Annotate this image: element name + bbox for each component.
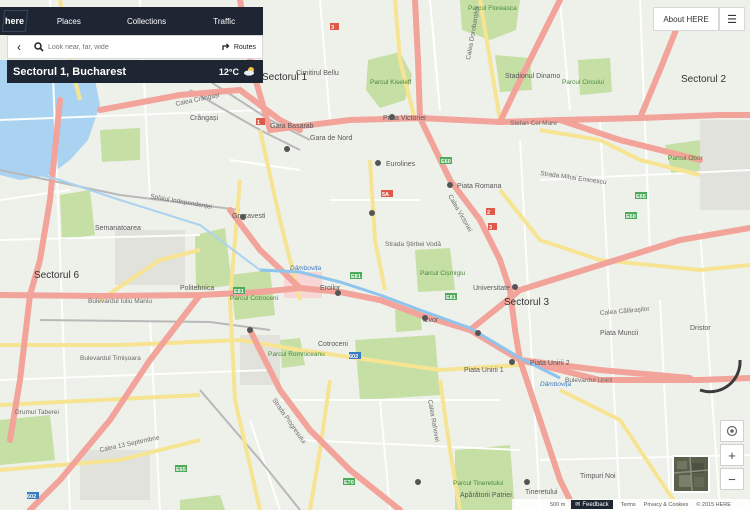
place-label: Piata Romana [457,183,501,190]
street-label: Bulevardul Unirii [565,377,612,384]
scale-label: 500 m [550,501,566,508]
footer-bar: 500 m ✉ Feedback Terms Privacy & Cookies… [512,499,750,510]
place-label: Universitate [473,285,510,292]
place-label: Eroilor [320,285,341,292]
place-label: Parcul Kiseleff [370,79,412,86]
svg-text:E65: E65 [636,194,646,200]
svg-text:E70: E70 [344,480,354,486]
place-label: Politehnica [180,285,214,292]
svg-text:E60: E60 [626,214,636,220]
place-label: Parcul Romniceanu [268,351,325,358]
feedback-label: Feedback [582,501,609,508]
svg-text:E65: E65 [176,467,186,473]
sector-label: Sectorul 3 [504,297,549,308]
locate-icon[interactable] [720,420,744,442]
tab-collections[interactable]: Collections [108,17,186,26]
svg-text:2: 2 [487,210,490,216]
search-input[interactable] [48,43,222,51]
routes-label: Routes [233,43,256,51]
place-label: Cimitirul Bellu [296,70,339,77]
zoom-out-button[interactable]: − [720,468,744,490]
svg-text:602: 602 [349,354,358,360]
svg-text:3: 3 [331,25,334,31]
terms-link[interactable]: Terms [621,502,636,508]
place-label: Dristor [690,325,711,332]
place-label: Crângași [190,115,218,122]
top-navigation: here Places Collections Traffic [0,7,263,35]
place-label: Parcul Obor [668,155,704,162]
svg-text:1: 1 [257,120,260,126]
feedback-button[interactable]: ✉ Feedback [571,500,613,509]
hamburger-icon[interactable]: ☰ [719,7,745,31]
place-label: Eurolines [386,161,416,168]
back-icon[interactable]: ‹ [8,40,30,54]
about-button[interactable]: About HERE [653,7,719,31]
place-label: Apărătorii Patriei [460,492,512,499]
weather-info: 12°C [219,66,257,78]
satellite-view-toggle[interactable] [672,455,710,493]
place-label: Gara de Nord [310,135,353,142]
routes-button[interactable]: Routes [222,42,262,53]
feedback-icon: ✉ [575,502,581,508]
street-label: Drumul Taberei [15,409,59,416]
street-label: Bulevardul Iuliu Maniu [88,298,152,305]
svg-text:E81: E81 [446,295,456,301]
place-label: Grozavesti [232,213,266,220]
location-title: Sectorul 1, Bucharest [13,65,127,78]
place-label: Piata Unirii 2 [530,360,570,367]
copyright-text: © 2015 HERE [696,501,731,508]
svg-text:602: 602 [27,494,36,500]
zoom-in-button[interactable]: + [720,444,744,466]
place-label: Parcul Cotroceni [230,295,278,302]
routes-icon [222,42,231,53]
place-label: Izvor [423,317,439,324]
sector-label: Sectorul 6 [34,270,79,281]
street-label: Strada Știrbei Vodă [385,241,441,248]
place-label: Piata Unirii 1 [464,367,504,374]
river-label: Dâmbovița [290,265,321,272]
place-label: Timpuri Noi [580,473,616,480]
temperature: 12°C [218,66,239,77]
partly-cloudy-icon [243,66,257,78]
privacy-link[interactable]: Privacy & Cookies [644,502,689,508]
tab-traffic[interactable]: Traffic [185,17,263,26]
place-label: Cotroceni [318,341,348,348]
street-label: Stefan Cel Mare [510,120,557,127]
svg-text:5A: 5A [382,192,389,198]
search-bar: ‹ Routes [7,35,263,59]
search-icon[interactable] [30,42,48,52]
place-label: Piata Muncii [600,330,639,337]
svg-text:E81: E81 [351,274,361,280]
place-label: Tineretului [525,489,558,496]
place-label: Parcul Cișmigiu [420,270,466,277]
svg-text:3: 3 [489,225,492,231]
place-label: Parcul Tineretului [453,480,503,487]
svg-text:E60: E60 [441,159,451,165]
place-label: Gara Basarab [270,123,314,130]
place-label: Piata Victoriei [383,115,426,122]
street-label: Bulevardul Timișoara [80,355,141,362]
sector-label: Sectorul 2 [681,74,726,85]
location-info-bar[interactable]: Sectorul 1, Bucharest 12°C [7,60,263,83]
place-label: Parcul Circului [562,79,604,86]
river-label: Dâmbovița [540,381,571,388]
place-label: Stadionul Dinamo [505,73,560,80]
here-logo[interactable]: here [0,7,30,35]
logo-text: here [5,16,25,26]
place-label: Semanatoarea [95,225,141,232]
tab-places[interactable]: Places [30,17,108,26]
